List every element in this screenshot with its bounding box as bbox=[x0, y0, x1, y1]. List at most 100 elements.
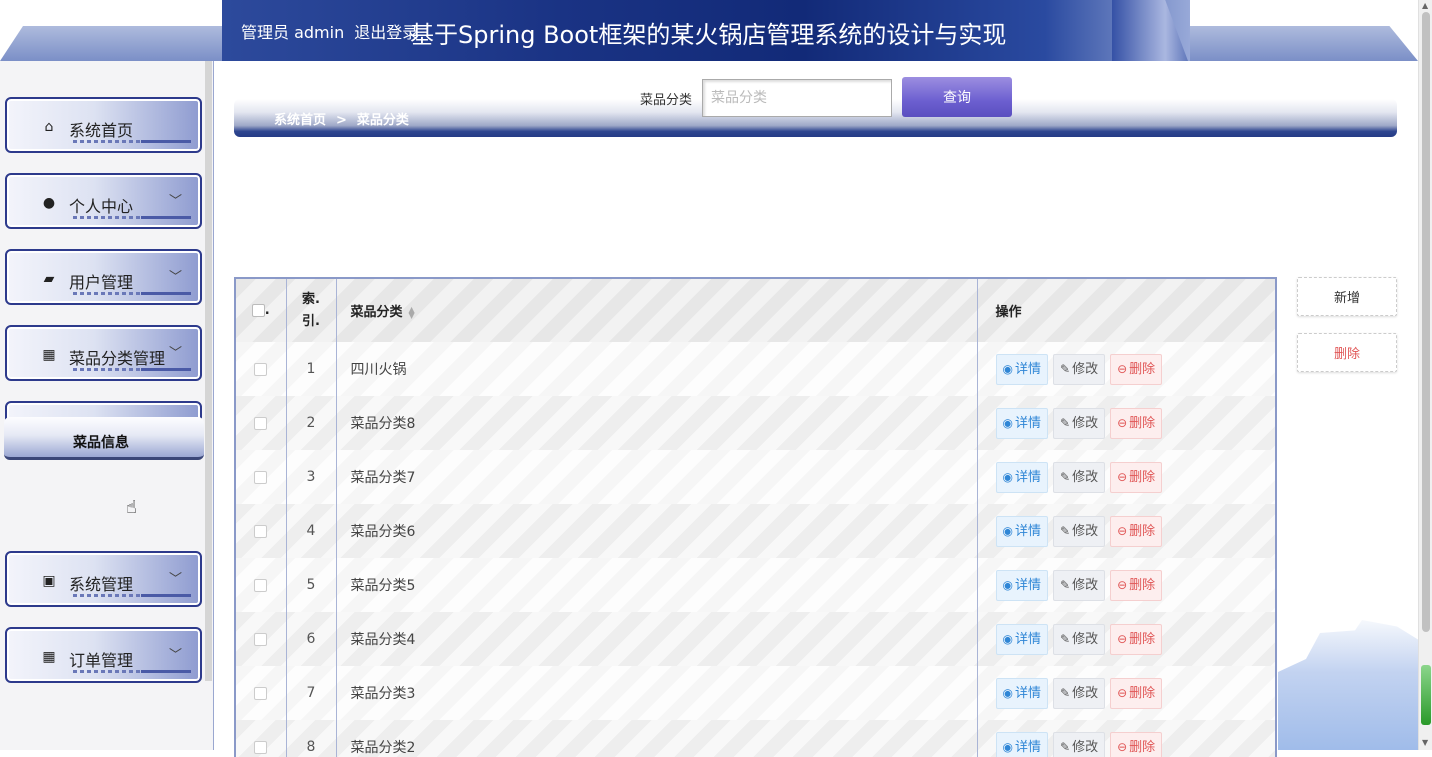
sidebar-subitem-dish-info[interactable]: 菜品信息 bbox=[4, 417, 204, 460]
detail-label: 详情 bbox=[1015, 470, 1041, 485]
detail-label: 详情 bbox=[1015, 740, 1041, 755]
row-checkbox[interactable] bbox=[254, 687, 267, 700]
row-checkbox[interactable] bbox=[254, 417, 267, 430]
detail-button[interactable]: ◉详情 bbox=[996, 624, 1049, 655]
pencil-icon: ✎ bbox=[1060, 578, 1070, 592]
delete-button[interactable]: ⊖删除 bbox=[1110, 354, 1162, 385]
minus-circle-icon: ⊖ bbox=[1117, 362, 1127, 376]
row-index: 8 bbox=[286, 720, 336, 757]
minus-circle-icon: ⊖ bbox=[1117, 686, 1127, 700]
menu-decoration-line bbox=[73, 594, 191, 597]
hand-cursor-icon: ☝ bbox=[126, 497, 137, 518]
minus-circle-icon: ⊖ bbox=[1117, 578, 1127, 592]
category-search-input[interactable] bbox=[702, 79, 892, 117]
sidebar-item-3[interactable]: ▰用户管理﹀ bbox=[5, 249, 202, 305]
edit-button[interactable]: ✎修改 bbox=[1053, 570, 1105, 601]
batch-delete-button[interactable]: 删除 bbox=[1297, 333, 1397, 372]
breadcrumb: 系统首页>菜品分类 bbox=[274, 109, 409, 128]
page-scrollbar[interactable]: ▲ ▼ bbox=[1418, 0, 1432, 750]
detail-button[interactable]: ◉详情 bbox=[996, 516, 1049, 547]
add-button[interactable]: 新增 bbox=[1297, 277, 1397, 316]
row-index: 7 bbox=[286, 666, 336, 720]
delete-label: 删除 bbox=[1129, 470, 1155, 485]
detail-button[interactable]: ◉详情 bbox=[996, 462, 1049, 493]
edit-button[interactable]: ✎修改 bbox=[1053, 624, 1105, 655]
minus-circle-icon: ⊖ bbox=[1117, 632, 1127, 646]
menu-decoration-line bbox=[73, 292, 191, 295]
delete-button[interactable]: ⊖删除 bbox=[1110, 678, 1162, 709]
breadcrumb-home[interactable]: 系统首页 bbox=[274, 113, 326, 128]
detail-button[interactable]: ◉详情 bbox=[996, 408, 1049, 439]
row-index: 2 bbox=[286, 396, 336, 450]
row-checkbox[interactable] bbox=[254, 633, 267, 646]
header-left-decoration bbox=[0, 26, 230, 61]
delete-button[interactable]: ⊖删除 bbox=[1110, 624, 1162, 655]
sidebar-item-7[interactable]: ▦订单管理﹀ bbox=[5, 627, 202, 683]
minus-circle-icon: ⊖ bbox=[1117, 470, 1127, 484]
edit-button[interactable]: ✎修改 bbox=[1053, 462, 1105, 493]
scroll-up-arrow-icon[interactable]: ▲ bbox=[1422, 1, 1428, 10]
edit-label: 修改 bbox=[1072, 740, 1098, 755]
detail-button[interactable]: ◉详情 bbox=[996, 570, 1049, 601]
minus-circle-icon: ⊖ bbox=[1117, 416, 1127, 430]
scroll-indicator bbox=[1421, 665, 1431, 725]
edit-button[interactable]: ✎修改 bbox=[1053, 678, 1105, 709]
table-header-row: . 索.引. 菜品分类▲▼ 操作 bbox=[236, 279, 1277, 342]
sidebar-scrollbar[interactable] bbox=[205, 61, 212, 681]
header-right-decoration bbox=[1180, 26, 1418, 61]
row-category: 菜品分类7 bbox=[336, 450, 977, 504]
row-category: 菜品分类5 bbox=[336, 558, 977, 612]
clipboard-icon: ▣ bbox=[41, 573, 57, 589]
logout-link[interactable]: 退出登录 bbox=[354, 23, 418, 42]
chevron-down-icon: ﹀ bbox=[169, 190, 182, 209]
row-checkbox[interactable] bbox=[254, 579, 267, 592]
edit-label: 修改 bbox=[1072, 362, 1098, 377]
checkbox-header-label: . bbox=[265, 303, 270, 318]
table-row: 6菜品分类4◉详情✎修改⊖删除 bbox=[236, 612, 1277, 666]
delete-button[interactable]: ⊖删除 bbox=[1110, 570, 1162, 601]
edit-button[interactable]: ✎修改 bbox=[1053, 516, 1105, 547]
delete-button[interactable]: ⊖删除 bbox=[1110, 516, 1162, 547]
detail-label: 详情 bbox=[1015, 524, 1041, 539]
detail-button[interactable]: ◉详情 bbox=[996, 678, 1049, 709]
row-category: 菜品分类8 bbox=[336, 396, 977, 450]
row-index: 3 bbox=[286, 450, 336, 504]
detail-button[interactable]: ◉详情 bbox=[996, 354, 1049, 385]
scroll-down-arrow-icon[interactable]: ▼ bbox=[1422, 738, 1428, 747]
sidebar-item-6[interactable]: ▣系统管理﹀ bbox=[5, 551, 202, 607]
user-info: 管理员 admin退出登录 bbox=[241, 19, 428, 43]
home-icon: ⌂ bbox=[41, 119, 57, 135]
sidebar-item-label: 订单管理 bbox=[69, 647, 133, 671]
row-category: 四川火锅 bbox=[336, 342, 977, 396]
edit-label: 修改 bbox=[1072, 524, 1098, 539]
search-button[interactable]: 查询 bbox=[902, 77, 1012, 117]
chevron-down-icon: ﹀ bbox=[169, 342, 182, 361]
delete-button[interactable]: ⊖删除 bbox=[1110, 462, 1162, 493]
sidebar-item-2[interactable]: ●个人中心﹀ bbox=[5, 173, 202, 229]
delete-button[interactable]: ⊖删除 bbox=[1110, 732, 1162, 757]
sort-icon[interactable]: ▲▼ bbox=[409, 307, 415, 319]
edit-button[interactable]: ✎修改 bbox=[1053, 354, 1105, 385]
minus-circle-icon: ⊖ bbox=[1117, 740, 1127, 754]
category-table: . 索.引. 菜品分类▲▼ 操作 1四川火锅◉详情✎修改⊖删除2菜品分类8◉详情… bbox=[234, 277, 1277, 757]
eye-icon: ◉ bbox=[1003, 740, 1013, 754]
delete-label: 删除 bbox=[1129, 740, 1155, 755]
sidebar-item-1[interactable]: ⌂系统首页 bbox=[5, 97, 202, 153]
row-checkbox[interactable] bbox=[254, 471, 267, 484]
pencil-icon: ✎ bbox=[1060, 686, 1070, 700]
edit-button[interactable]: ✎修改 bbox=[1053, 408, 1105, 439]
sidebar-item-label: 个人中心 bbox=[69, 193, 133, 217]
select-all-checkbox[interactable] bbox=[252, 304, 265, 317]
row-checkbox[interactable] bbox=[254, 741, 267, 754]
table-row: 1四川火锅◉详情✎修改⊖删除 bbox=[236, 342, 1277, 396]
row-checkbox[interactable] bbox=[254, 525, 267, 538]
detail-button[interactable]: ◉详情 bbox=[996, 732, 1049, 757]
delete-button[interactable]: ⊖删除 bbox=[1110, 408, 1162, 439]
scrollbar-thumb[interactable] bbox=[1422, 12, 1430, 632]
category-header[interactable]: 菜品分类▲▼ bbox=[336, 279, 977, 342]
edit-label: 修改 bbox=[1072, 632, 1098, 647]
minus-circle-icon: ⊖ bbox=[1117, 524, 1127, 538]
edit-button[interactable]: ✎修改 bbox=[1053, 732, 1105, 757]
row-checkbox[interactable] bbox=[254, 363, 267, 376]
sidebar-item-4[interactable]: ▦菜品分类管理﹀ bbox=[5, 325, 202, 381]
